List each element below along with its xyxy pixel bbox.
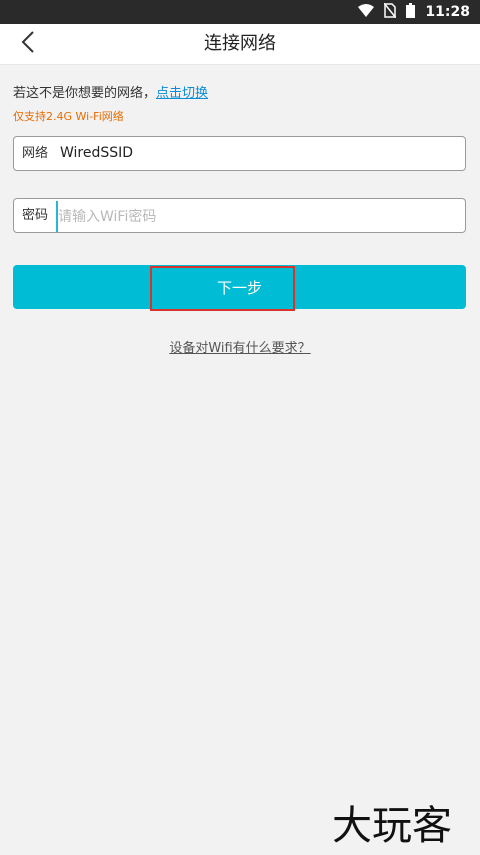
- header: 连接网络: [0, 24, 480, 65]
- password-label: 密码: [22, 208, 49, 223]
- password-field[interactable]: 密码: [13, 198, 466, 233]
- status-bar: 11:28: [0, 0, 480, 24]
- network-ssid: WiredSSID: [60, 145, 134, 161]
- page-title: 连接网络: [204, 33, 276, 54]
- network-field[interactable]: 网络 WiredSSID: [13, 136, 466, 171]
- switch-network-link[interactable]: 点击切换: [156, 86, 208, 101]
- status-time: 11:28: [425, 4, 470, 20]
- password-input[interactable]: [56, 201, 460, 232]
- network-label: 网络: [22, 146, 49, 161]
- wifi-support-note: 仅支持2.4G Wi-Fi网络: [13, 110, 124, 123]
- network-prompt: 若这不是你想要的网络，点击切换: [13, 82, 208, 101]
- next-button-label: 下一步: [216, 278, 262, 297]
- prompt-text: 若这不是你想要的网络，: [13, 86, 157, 101]
- watermark-logo: 大玩客: [332, 799, 472, 849]
- watermark-text: 大玩客: [332, 803, 452, 847]
- no-sim-icon: [383, 2, 398, 22]
- next-button[interactable]: 下一步: [13, 265, 466, 309]
- battery-icon: [406, 2, 416, 22]
- status-icons: 11:28: [358, 0, 470, 24]
- wifi-icon: [358, 3, 375, 21]
- wifi-requirements-link[interactable]: 设备对Wifi有什么要求？: [0, 337, 480, 356]
